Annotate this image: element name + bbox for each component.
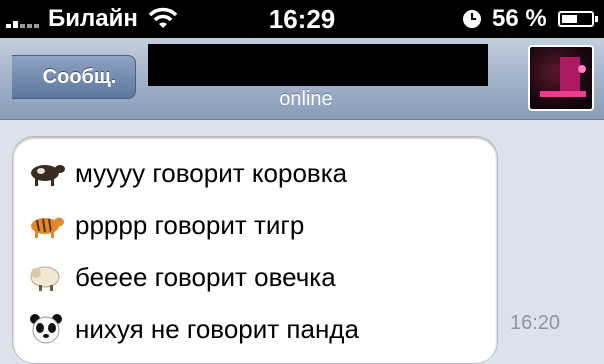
chat-area[interactable]: муууу говорит коровка ррррр говорит тигр <box>0 120 604 364</box>
contact-status: online <box>279 88 333 110</box>
sheep-emoji-icon <box>27 261 65 293</box>
message-text: беееe говорит овечка <box>75 261 336 292</box>
back-button[interactable]: Сообщ. <box>12 55 136 99</box>
message-line: муууу говорит коровка <box>27 157 347 189</box>
contact-name-redacted <box>148 44 488 86</box>
contact-avatar[interactable] <box>528 45 594 111</box>
message-line: нихуя не говорит панда <box>27 313 359 345</box>
alarm-clock-icon <box>462 9 482 34</box>
message-text: ррррр говорит тигр <box>75 209 305 240</box>
battery-percent: 56 % <box>492 5 547 32</box>
status-bar: Билайн 16:29 56 % <box>0 0 604 38</box>
back-button-label: Сообщ. <box>42 65 117 88</box>
panda-emoji-icon <box>27 313 65 345</box>
tiger-emoji-icon <box>27 209 65 241</box>
message-text: муууу говорит коровка <box>75 157 348 188</box>
message-text: нихуя не говорит панда <box>75 313 359 344</box>
battery-icon <box>558 11 598 27</box>
nav-bar: Сообщ. online <box>0 38 604 120</box>
cow-emoji-icon <box>27 157 65 189</box>
message-line: ррррр говорит тигр <box>27 209 304 241</box>
message-line: беееe говорит овечка <box>27 261 336 293</box>
message-timestamp: 16:20 <box>510 312 561 334</box>
message-bubble[interactable]: муууу говорит коровка ррррр говорит тигр <box>12 136 498 364</box>
